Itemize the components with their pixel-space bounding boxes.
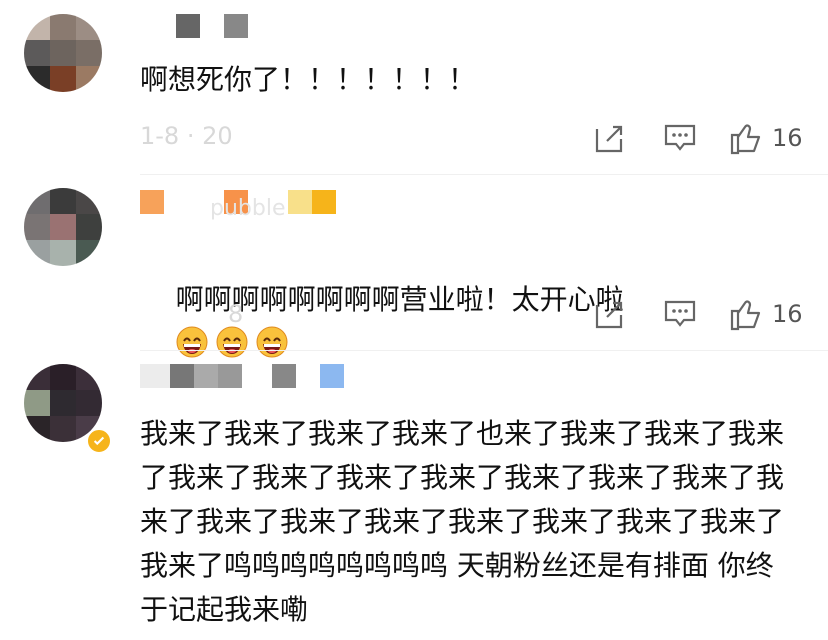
divider — [140, 350, 828, 351]
comment-text: 啊想死你了！！！！！！！ — [140, 63, 477, 96]
thumbs-up-icon[interactable] — [726, 294, 766, 334]
comment-time: 1-8 · 20 — [140, 122, 233, 150]
comment-icon[interactable] — [660, 294, 700, 334]
like-count: 16 — [772, 300, 803, 328]
like-count: 16 — [772, 124, 803, 152]
username-blurred[interactable] — [140, 364, 344, 400]
username-text: pubble — [210, 196, 286, 221]
share-icon[interactable] — [590, 118, 630, 158]
avatar[interactable] — [24, 14, 102, 92]
verified-badge-icon — [86, 428, 112, 454]
avatar[interactable] — [24, 188, 102, 266]
share-icon[interactable] — [590, 294, 630, 334]
comment-3: 我来了我来了我来了我来了也来了我来了我来了我来了我来了我来了我来了我来了我来了我… — [0, 352, 828, 640]
comment-2: pubble 啊啊啊啊啊啊啊啊营业啦！太开心啦 8 16 — [0, 176, 828, 358]
comment-actions: 16 — [590, 118, 820, 158]
comment-icon[interactable] — [660, 118, 700, 158]
username-blurred[interactable] — [140, 14, 248, 50]
comment-1: 啊想死你了！！！！！！！ 1-8 · 20 16 — [0, 0, 828, 175]
divider — [140, 174, 828, 175]
thumbs-up-icon[interactable] — [726, 118, 766, 158]
comment-actions: 16 — [590, 294, 820, 334]
comment-time: 8 — [228, 300, 244, 328]
comment-text: 我来了我来了我来了我来了也来了我来了我来了我来了我来了我来了我来了我来了我来了我… — [140, 417, 785, 626]
